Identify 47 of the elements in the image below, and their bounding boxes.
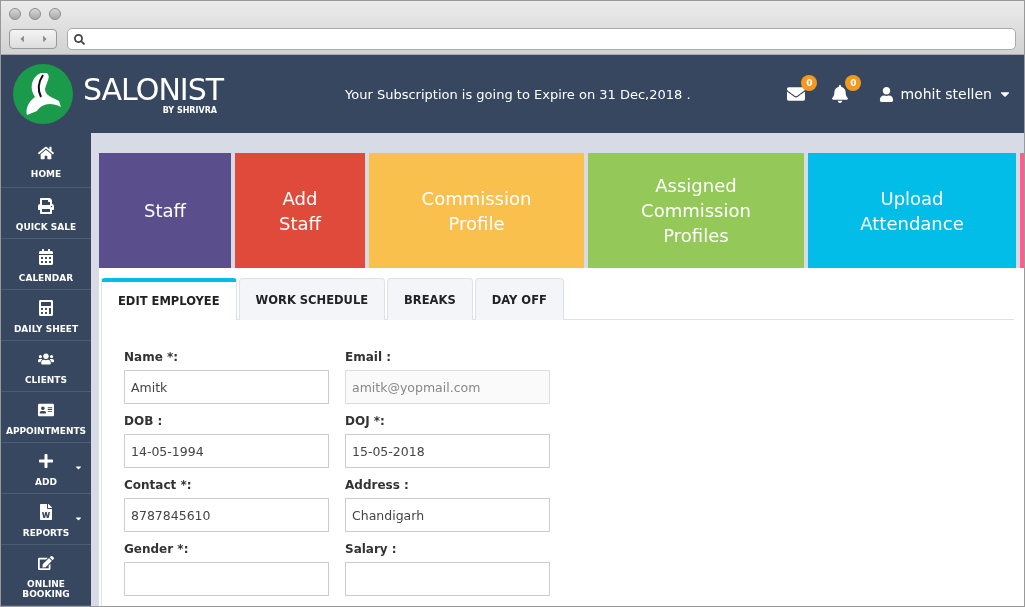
tab[interactable]: BREAKS: [387, 278, 473, 320]
menu-tile[interactable]: Add Staff: [235, 153, 365, 268]
logo-icon: [13, 64, 73, 124]
user-icon: [879, 86, 895, 102]
id-card-icon: [38, 402, 54, 418]
window-control[interactable]: [29, 8, 41, 20]
calculator-icon: [38, 300, 54, 316]
mail-count: 0: [801, 75, 818, 91]
back-forward-buttons[interactable]: [9, 29, 57, 49]
menu-tile[interactable]: Staff: [99, 153, 231, 268]
window-control[interactable]: [49, 8, 61, 20]
input-field[interactable]: [345, 562, 550, 596]
menu-tile[interactable]: [1020, 153, 1024, 268]
field-label: DOJ *:: [345, 414, 386, 428]
window-control[interactable]: [9, 8, 21, 20]
home-icon: [38, 145, 54, 161]
tab[interactable]: EDIT EMPLOYEE: [101, 278, 237, 320]
subscription-notice: Your Subscription is going to Expire on 31 Dec,2018 .: [345, 86, 692, 102]
field-label: Email :: [345, 350, 392, 364]
field-label: Salary :: [345, 542, 398, 556]
user-menu[interactable]: mohit stellen: [879, 86, 1012, 102]
input-field[interactable]: 14-05-1994: [124, 434, 329, 468]
tab[interactable]: WORK SCHEDULE: [238, 278, 386, 320]
users-icon: [38, 351, 54, 367]
document-icon: [38, 504, 54, 520]
edit-icon: [38, 555, 54, 571]
input-field[interactable]: Chandigarh: [345, 498, 550, 532]
alert-count: 0: [845, 75, 862, 91]
brand-name: SALONIST: [83, 73, 224, 106]
field-label: Name *:: [124, 350, 180, 364]
input-field[interactable]: Amitk: [124, 370, 329, 404]
printer-icon: [38, 198, 54, 214]
brand-tagline: BY SHRIVRA: [162, 105, 218, 115]
field-label: Contact *:: [124, 478, 193, 492]
mail-icon[interactable]: [787, 85, 806, 103]
input-field[interactable]: 15-05-2018: [345, 434, 550, 468]
plus-icon: [38, 453, 54, 469]
address-bar[interactable]: [67, 28, 1016, 50]
calendar-icon: [38, 249, 54, 265]
field-label: Address :: [345, 478, 410, 492]
field-label: Gender *:: [124, 542, 190, 556]
field-label: DOB :: [124, 414, 164, 428]
tab[interactable]: DAY OFF: [474, 278, 564, 320]
input-field[interactable]: 8787845610: [124, 498, 329, 532]
input-field[interactable]: [124, 562, 329, 596]
search-icon: [74, 33, 85, 45]
bell-icon[interactable]: [831, 85, 850, 103]
